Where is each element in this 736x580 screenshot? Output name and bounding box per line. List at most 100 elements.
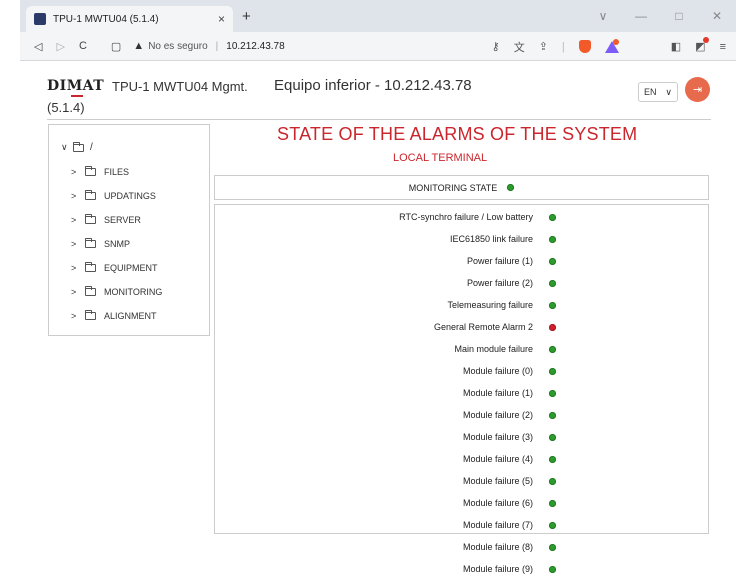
address-bar: ◁ ▷ C ▢ ▲ No es seguro | 10.212.43.78 ⚷ … <box>20 32 736 61</box>
alarm-status-indicator <box>549 565 556 573</box>
folder-icon <box>85 262 96 272</box>
maximize-button[interactable]: □ <box>660 9 698 23</box>
monitoring-state-box: MONITORING STATE <box>214 175 709 200</box>
chevron-right-icon[interactable]: > <box>71 239 77 249</box>
alarm-label: Module failure (3) <box>462 432 533 442</box>
browser-tab[interactable]: TPU-1 MWTU04 (5.1.4) × <box>26 6 233 32</box>
tree-item-label: SERVER <box>104 215 141 225</box>
alarm-label: Module failure (8) <box>462 542 533 552</box>
forward-icon[interactable]: ▷ <box>56 40 64 53</box>
tree-item-files[interactable]: > FILES <box>71 166 130 177</box>
tree-item-label: ALIGNMENT <box>104 311 157 321</box>
key-icon[interactable]: ⚷ <box>492 40 500 53</box>
tab-close-icon[interactable]: × <box>218 12 225 26</box>
chevron-right-icon[interactable]: > <box>71 215 77 225</box>
chevron-right-icon[interactable]: > <box>71 311 77 321</box>
favicon-icon <box>34 13 46 25</box>
alarm-label: RTC-synchro failure / Low battery <box>399 212 533 222</box>
tree-item-monitoring[interactable]: > MONITORING <box>71 286 163 297</box>
back-icon[interactable]: ◁ <box>34 40 42 53</box>
tree-item-alignment[interactable]: > ALIGNMENT <box>71 310 157 321</box>
sidebar-icon[interactable]: ◧ <box>671 40 681 53</box>
nav-controls: ◁ ▷ C <box>34 40 87 53</box>
alarm-row: General Remote Alarm 2 <box>215 316 710 338</box>
tree-item-server[interactable]: > SERVER <box>71 214 141 225</box>
app-title: TPU-1 MWTU04 Mgmt. <box>112 79 248 94</box>
logout-button[interactable]: ⇥ <box>685 77 710 102</box>
minimize-button[interactable]: — <box>622 9 660 23</box>
chevron-right-icon[interactable]: > <box>71 191 77 201</box>
alarm-row: Power failure (2) <box>215 272 710 294</box>
alarm-label: IEC61850 link failure <box>449 234 533 244</box>
alarm-label: Module failure (1) <box>462 388 533 398</box>
alarm-status-indicator <box>549 279 556 287</box>
warning-icon[interactable]: ▲ <box>133 40 144 52</box>
alarm-row: Module failure (9) <box>215 558 710 580</box>
folder-icon <box>85 238 96 248</box>
alarm-row: RTC-synchro failure / Low battery <box>215 206 710 228</box>
alarm-row: Telemeasuring failure <box>215 294 710 316</box>
alarm-status-indicator <box>549 477 556 485</box>
chevron-right-icon[interactable]: > <box>71 167 77 177</box>
alarm-row: Module failure (8) <box>215 536 710 558</box>
alarm-label: Module failure (2) <box>462 410 533 420</box>
alarm-status-indicator <box>549 213 556 221</box>
alarm-label: Module failure (6) <box>462 498 533 508</box>
header-divider <box>47 119 711 120</box>
alarm-label: Module failure (0) <box>462 366 533 376</box>
alarm-status-indicator <box>549 257 556 265</box>
alarm-label: Power failure (2) <box>466 278 533 288</box>
alarm-row: Module failure (2) <box>215 404 710 426</box>
rewards-icon[interactable] <box>604 38 619 53</box>
brave-shield-icon[interactable] <box>578 40 591 53</box>
alarm-label: Module failure (4) <box>462 454 533 464</box>
tree-root[interactable]: ∨ / <box>61 141 93 153</box>
tree-item-label: FILES <box>104 167 130 177</box>
alarm-status-indicator <box>549 411 556 419</box>
bookmark-icon[interactable]: ▢ <box>111 40 121 53</box>
tree-item-updatings[interactable]: > UPDATINGS <box>71 190 156 201</box>
url-field[interactable]: ▲ No es seguro | 10.212.43.78 <box>133 40 284 52</box>
web-page: DIMAT TPU-1 MWTU04 Mgmt. (5.1.4) Equipo … <box>20 62 736 574</box>
tree-item-label: MONITORING <box>104 287 163 297</box>
alarm-status-indicator <box>549 301 556 309</box>
new-tab-button[interactable]: + <box>242 8 251 25</box>
reload-icon[interactable]: C <box>79 40 87 53</box>
dimat-logo: DIMAT <box>47 78 105 97</box>
share-icon[interactable]: ⇪ <box>539 40 548 53</box>
equipment-title: Equipo inferior - 10.212.43.78 <box>274 77 472 94</box>
chevron-right-icon[interactable]: > <box>71 263 77 273</box>
window-controls: ∨ — □ ✕ <box>584 0 736 32</box>
wallet-icon[interactable]: ◩ <box>695 37 710 53</box>
tree-item-equipment[interactable]: > EQUIPMENT <box>71 262 158 273</box>
folder-open-icon <box>73 141 84 152</box>
url-separator: | <box>215 40 219 52</box>
chevron-down-icon: ∨ <box>665 86 672 97</box>
close-window-button[interactable]: ✕ <box>698 9 736 23</box>
page-title: STATE OF THE ALARMS OF THE SYSTEM <box>277 124 638 144</box>
chevron-down-icon[interactable]: ∨ <box>61 142 68 153</box>
alarm-label: Main module failure <box>454 344 533 354</box>
alarm-label: Module failure (9) <box>462 564 533 574</box>
alarm-status-indicator <box>549 543 556 551</box>
alarm-row: Module failure (3) <box>215 426 710 448</box>
alarm-row: Main module failure <box>215 338 710 360</box>
menu-icon[interactable]: ≡ <box>720 41 726 53</box>
security-label: No es seguro <box>148 40 208 52</box>
toolbar-icons: ⚷ 文 ⇪ | ◧ ◩ ≡ <box>492 32 726 61</box>
file-tree: ∨ / > FILES > UPDATINGS > SERVER > SNMP … <box>48 124 210 336</box>
monitoring-state-label: MONITORING STATE <box>408 182 498 193</box>
tree-root-label: / <box>90 142 93 153</box>
alarm-row: Module failure (7) <box>215 514 710 536</box>
language-select[interactable]: EN ∨ <box>638 82 678 102</box>
tree-item-label: SNMP <box>104 239 131 249</box>
alarm-row: Module failure (4) <box>215 448 710 470</box>
tree-item-label: EQUIPMENT <box>104 263 158 273</box>
tab-search-icon[interactable]: ∨ <box>584 9 622 23</box>
logout-icon: ⇥ <box>692 84 703 96</box>
chevron-right-icon[interactable]: > <box>71 287 77 297</box>
alarm-row: IEC61850 link failure <box>215 228 710 250</box>
translate-icon[interactable]: 文 <box>514 39 525 55</box>
tree-item-snmp[interactable]: > SNMP <box>71 238 131 249</box>
tree-item-label: UPDATINGS <box>104 191 156 201</box>
